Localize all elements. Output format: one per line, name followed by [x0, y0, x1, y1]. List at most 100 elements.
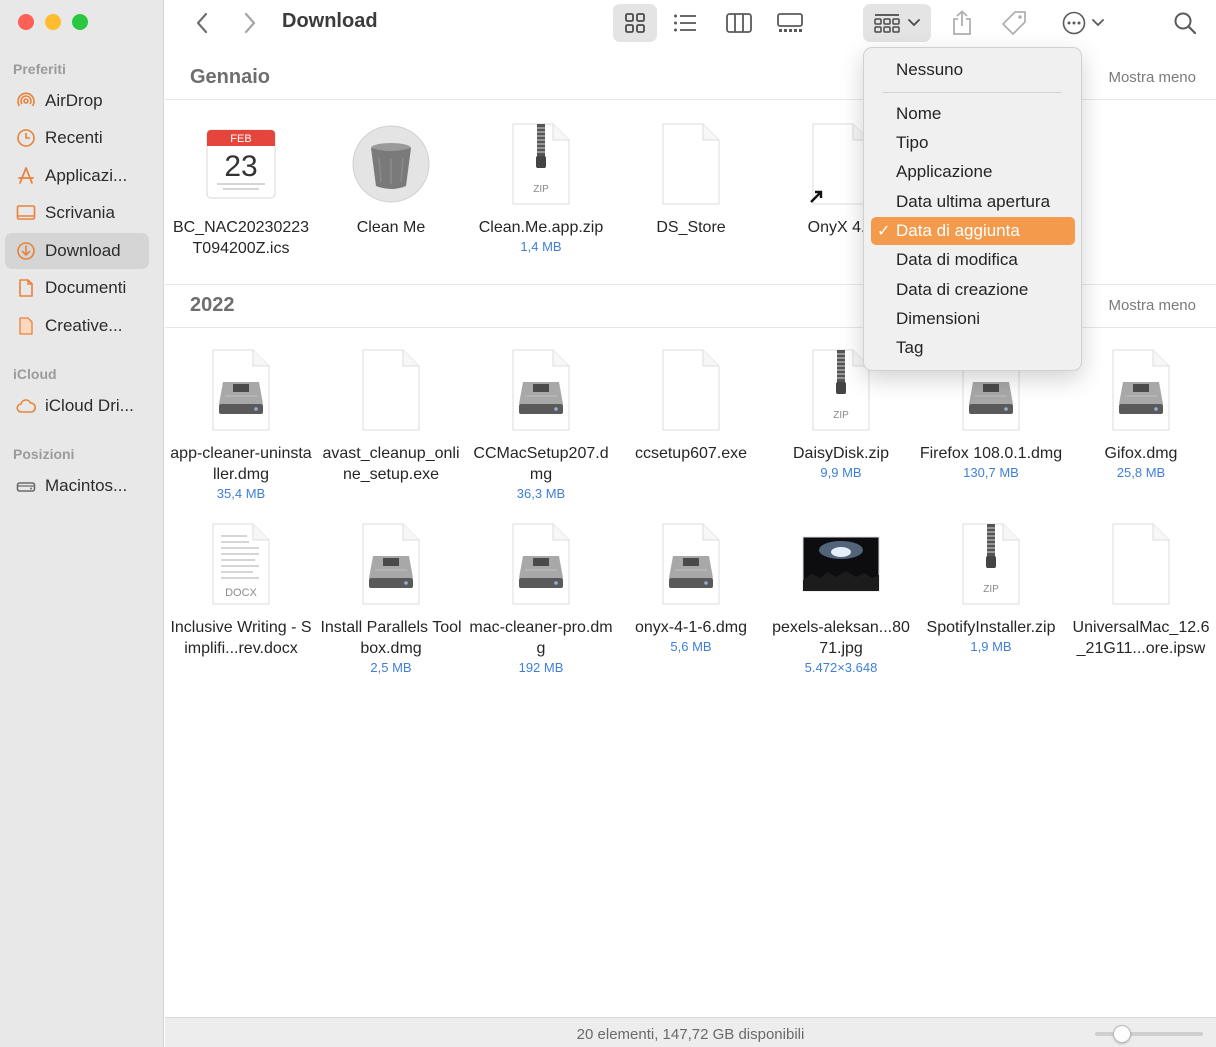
- menu-item-label: Data di aggiunta: [896, 221, 1020, 240]
- file-item[interactable]: CCMacSetup207.dmg 36,3 MB: [467, 346, 615, 503]
- sidebar: Preferiti AirDrop Recenti Applicazi... Scriv…: [0, 0, 164, 1047]
- file-item[interactable]: UniversalMac_12.6_21G11...ore.ipsw: [1067, 520, 1215, 659]
- icon-view-button[interactable]: [613, 4, 657, 42]
- menu-item-data-di-modifica[interactable]: Data di modifica: [871, 246, 1075, 274]
- disk-image-icon: [1112, 349, 1170, 431]
- file-name: mac-cleaner-pro.dmg: [469, 619, 613, 657]
- file-item[interactable]: DOCX Inclusive Writing - Simplifi...rev.d…: [167, 520, 315, 659]
- back-button[interactable]: [187, 4, 217, 42]
- file-name: Firefox 108.0.1.dmg: [919, 445, 1063, 462]
- gallery-icon: [777, 13, 803, 32]
- slider-thumb[interactable]: [1113, 1025, 1131, 1043]
- icon-size-slider[interactable]: [1095, 1025, 1203, 1043]
- file-item[interactable]: DS_Store: [617, 120, 765, 238]
- file-name: Gifox.dmg: [1104, 445, 1178, 462]
- file-item[interactable]: pexels-aleksan...8071.jpg 5.472×3.648: [767, 520, 915, 677]
- sidebar-item-download[interactable]: Download: [5, 233, 149, 269]
- file-item[interactable]: onyx-4-1-6.dmg 5,6 MB: [617, 520, 765, 656]
- menu-item-tipo[interactable]: Tipo: [871, 129, 1075, 157]
- sidebar-item-applicazi[interactable]: Applicazi...: [5, 158, 149, 194]
- file-name: ccsetup607.exe: [634, 445, 748, 462]
- file-meta: 25,8 MB: [1116, 465, 1166, 480]
- sidebar-item-documenti[interactable]: Documenti: [5, 270, 149, 306]
- sidebar-item-scrivania[interactable]: Scrivania: [5, 195, 149, 231]
- sidebar-section-title: Posizioni: [13, 446, 75, 462]
- file-name: app-cleaner-uninstaller.dmg: [170, 445, 312, 483]
- file-icon-wrapper: [317, 120, 465, 208]
- file-name: BC_NAC20230223T094200Z.ics: [172, 219, 310, 257]
- menu-item-label: Data ultima apertura: [896, 192, 1051, 211]
- cloud-icon: [16, 396, 36, 416]
- sidebar-item-label: Scrivania: [45, 203, 115, 222]
- gallery-view-button[interactable]: [768, 4, 812, 42]
- file-icon-wrapper: FEB 23: [167, 120, 315, 208]
- file-icon-wrapper: [467, 520, 615, 608]
- file-item[interactable]: ccsetup607.exe: [617, 346, 765, 464]
- file-item[interactable]: Clean Me: [317, 120, 465, 238]
- sidebar-item-icloud-dri[interactable]: iCloud Dri...: [5, 388, 149, 424]
- fullscreen-window-button[interactable]: [72, 14, 88, 30]
- desktop-icon: [16, 203, 36, 223]
- menu-item-data-di-creazione[interactable]: Data di creazione: [871, 276, 1075, 304]
- generic-file-icon: [662, 349, 720, 431]
- menu-item-data-di-aggiunta[interactable]: ✓ Data di aggiunta: [871, 217, 1075, 245]
- sidebar-item-airdrop[interactable]: AirDrop: [5, 83, 149, 119]
- file-meta: 2,5 MB: [370, 660, 412, 675]
- disk-image-icon: [512, 349, 570, 431]
- menu-item-label: Tag: [896, 338, 924, 357]
- close-window-button[interactable]: [18, 14, 34, 30]
- menu-separator: [882, 92, 1062, 93]
- generic-file-icon: [662, 123, 720, 205]
- menu-item-dimensioni[interactable]: Dimensioni: [871, 305, 1075, 333]
- more-actions-button[interactable]: [1055, 4, 1111, 42]
- file-icon-wrapper: [617, 520, 765, 608]
- sidebar-item-recenti[interactable]: Recenti: [5, 120, 149, 156]
- file-item[interactable]: ZIP Clean.Me.app.zip 1,4 MB: [467, 120, 615, 256]
- sidebar-item-macintos[interactable]: Macintos...: [5, 468, 149, 504]
- chevron-right-icon: [244, 12, 256, 34]
- file-icon-wrapper: DOCX: [167, 520, 315, 608]
- menu-item-applicazione[interactable]: Applicazione: [871, 158, 1075, 186]
- sidebar-item-creative[interactable]: Creative...: [5, 308, 149, 344]
- file-item[interactable]: Install Parallels Toolbox.dmg 2,5 MB: [317, 520, 465, 677]
- chevron-down-icon: [908, 19, 920, 27]
- file-meta: 1,9 MB: [970, 639, 1012, 654]
- menu-item-label: Data di creazione: [896, 280, 1029, 299]
- zip-file-icon: ZIP: [512, 123, 570, 205]
- file-item[interactable]: mac-cleaner-pro.dmg 192 MB: [467, 520, 615, 677]
- file-meta: 9,9 MB: [820, 465, 862, 480]
- sidebar-item-label: Macintos...: [45, 476, 128, 495]
- file-item[interactable]: FEB 23 BC_NAC20230223T094200Z.ics: [167, 120, 315, 259]
- menu-item-tag[interactable]: Tag: [871, 334, 1075, 362]
- menu-item-nome[interactable]: Nome: [871, 100, 1075, 128]
- group-sort-button[interactable]: [863, 4, 931, 42]
- docx-file-icon: DOCX: [212, 523, 270, 605]
- column-view-button[interactable]: [717, 4, 761, 42]
- forward-button[interactable]: [235, 4, 265, 42]
- file-item[interactable]: Gifox.dmg 25,8 MB: [1067, 346, 1215, 482]
- menu-item-nessuno[interactable]: Nessuno: [871, 56, 1075, 84]
- search-button[interactable]: [1169, 4, 1201, 42]
- menu-item-label: Dimensioni: [896, 309, 981, 328]
- file-name: avast_cleanup_online_setup.exe: [322, 445, 460, 483]
- show-less-link[interactable]: Mostra meno: [1108, 69, 1196, 86]
- file-icon-wrapper: [617, 120, 765, 208]
- file-item[interactable]: app-cleaner-uninstaller.dmg 35,4 MB: [167, 346, 315, 503]
- file-name: Install Parallels Toolbox.dmg: [320, 619, 462, 657]
- status-bar: 20 elementi, 147,72 GB disponibili: [165, 1017, 1216, 1047]
- svg-text:DOCX: DOCX: [225, 587, 257, 599]
- menu-item-data-ultima-apertura[interactable]: Data ultima apertura: [871, 188, 1075, 216]
- share-button[interactable]: [946, 4, 978, 42]
- folder-doc-icon: [16, 316, 36, 336]
- minimize-window-button[interactable]: [45, 14, 61, 30]
- file-item[interactable]: ZIP SpotifyInstaller.zip 1,9 MB: [917, 520, 1065, 656]
- show-less-link[interactable]: Mostra meno: [1108, 297, 1196, 314]
- generic-file-icon: [1112, 523, 1170, 605]
- zip-file-icon: ZIP: [962, 523, 1020, 605]
- disk-image-icon: [662, 523, 720, 605]
- tag-button[interactable]: [997, 4, 1031, 42]
- file-name: Clean.Me.app.zip: [478, 219, 604, 236]
- file-item[interactable]: avast_cleanup_online_setup.exe: [317, 346, 465, 485]
- list-view-button[interactable]: [663, 4, 707, 42]
- list-icon: [674, 14, 696, 32]
